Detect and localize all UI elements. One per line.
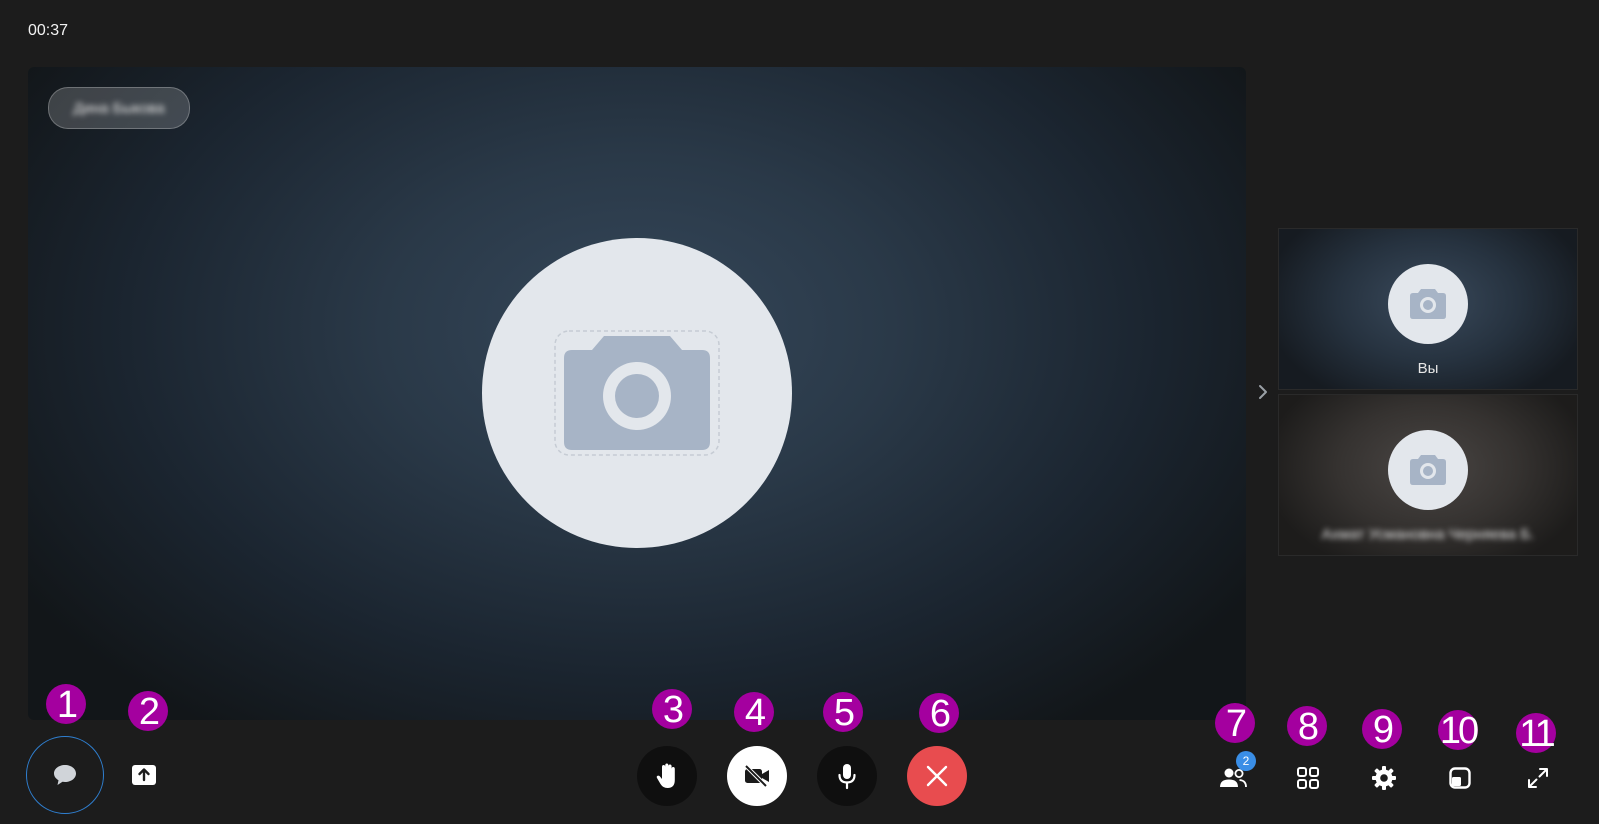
microphone-icon bbox=[838, 764, 856, 790]
camera-icon bbox=[554, 330, 720, 456]
expand-icon bbox=[1528, 768, 1548, 788]
video-call-app: 00:37 Дина Быкова Вы Ахмат Усмановна Чер… bbox=[0, 0, 1599, 824]
self-avatar bbox=[1388, 264, 1468, 344]
camera-icon bbox=[1410, 455, 1446, 485]
annotation-marker-7: 7 bbox=[1215, 703, 1255, 745]
annotation-marker-1: 1 bbox=[46, 684, 86, 726]
annotation-marker-3: 3 bbox=[652, 689, 692, 731]
participant-tile-self[interactable]: Вы bbox=[1278, 228, 1578, 390]
main-video-tile[interactable]: Дина Быкова bbox=[28, 67, 1246, 720]
remote-label-text: Ахмат Усмановна Черняева Б. bbox=[1321, 526, 1535, 543]
camera-icon bbox=[1410, 289, 1446, 319]
video-off-icon bbox=[744, 764, 769, 788]
annotation-marker-2: 2 bbox=[128, 691, 168, 733]
grid-layout-icon bbox=[1297, 767, 1319, 789]
annotation-marker-4: 4 bbox=[734, 692, 774, 734]
annotation-marker-11: 11 bbox=[1516, 713, 1556, 755]
toggle-video-button[interactable] bbox=[727, 746, 787, 806]
picture-in-picture-icon bbox=[1449, 767, 1471, 789]
screen-share-icon bbox=[132, 765, 156, 785]
gear-icon bbox=[1372, 766, 1396, 790]
screen-share-button[interactable] bbox=[126, 757, 162, 793]
participants-button[interactable]: 2 bbox=[1215, 751, 1256, 796]
main-participant-name: Дина Быкова bbox=[73, 99, 165, 117]
chat-bubble-icon bbox=[54, 765, 76, 785]
grid-layout-button[interactable] bbox=[1290, 760, 1326, 796]
self-label: Вы bbox=[1279, 360, 1577, 377]
annotation-marker-6: 6 bbox=[919, 693, 959, 735]
annotation-marker-8: 8 bbox=[1287, 706, 1327, 748]
picture-in-picture-button[interactable] bbox=[1442, 760, 1478, 796]
raise-hand-button[interactable] bbox=[637, 746, 697, 806]
toggle-mic-button[interactable] bbox=[817, 746, 877, 806]
participants-count-badge: 2 bbox=[1236, 751, 1256, 771]
chevron-right-icon[interactable] bbox=[1256, 380, 1270, 404]
participant-tile-remote[interactable]: Ахмат Усмановна Черняева Б. bbox=[1278, 394, 1578, 556]
fullscreen-button[interactable] bbox=[1520, 760, 1556, 796]
annotation-marker-9: 9 bbox=[1362, 709, 1402, 751]
self-label-text: Вы bbox=[1417, 360, 1439, 377]
end-call-button[interactable] bbox=[907, 746, 967, 806]
remote-label: Ахмат Усмановна Черняева Б. bbox=[1279, 526, 1577, 543]
main-participant-avatar bbox=[482, 238, 792, 548]
settings-button[interactable] bbox=[1366, 760, 1402, 796]
main-participant-name-pill: Дина Быкова bbox=[48, 87, 190, 129]
raise-hand-icon bbox=[656, 763, 675, 788]
call-toolbar: 2 bbox=[0, 720, 1599, 824]
call-timer: 00:37 bbox=[28, 22, 69, 39]
remote-avatar bbox=[1388, 430, 1468, 510]
close-icon bbox=[926, 765, 948, 787]
annotation-marker-5: 5 bbox=[823, 692, 863, 734]
annotation-marker-10: 10 bbox=[1438, 710, 1479, 752]
chat-button[interactable] bbox=[26, 736, 104, 814]
